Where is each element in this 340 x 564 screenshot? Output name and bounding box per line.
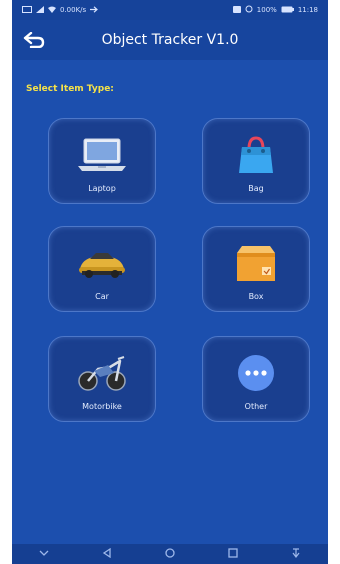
back-arrow-icon <box>23 32 45 48</box>
back-button[interactable] <box>12 20 56 60</box>
item-label: Motorbike <box>82 402 122 411</box>
box-icon <box>237 246 275 281</box>
item-label: Other <box>244 402 268 411</box>
message-icon <box>22 5 32 15</box>
network-speed: 0.00K/s <box>60 6 87 14</box>
item-label: Car <box>95 292 109 301</box>
item-label: Box <box>248 292 264 301</box>
chevron-down-icon[interactable] <box>39 549 49 560</box>
notification-pull-icon[interactable] <box>291 547 301 561</box>
bag-icon <box>239 136 273 173</box>
send-icon <box>90 5 99 15</box>
car-icon <box>79 253 125 278</box>
wifi-icon <box>48 6 56 15</box>
system-nav-bar <box>12 544 328 564</box>
battery-percent: 100% <box>256 6 277 14</box>
page-title: Object Tracker V1.0 <box>101 32 239 48</box>
motorbike-icon <box>78 356 126 391</box>
item-label: Laptop <box>88 184 116 193</box>
alarm-icon <box>245 5 253 15</box>
clock: 11:18 <box>297 6 318 14</box>
app-bar: Object Tracker V1.0 <box>12 20 328 60</box>
status-bar: 0.00K/s 100% 11:18 <box>12 0 328 20</box>
phone-screen: 0.00K/s 100% 11:18 Object Tracker V1.0 S… <box>12 0 328 564</box>
item-tile-motorbike[interactable]: Motorbike <box>48 336 156 422</box>
laptop-icon <box>78 138 126 171</box>
nfc-icon <box>232 5 241 15</box>
chat-bubble-icon <box>238 355 274 391</box>
item-tile-other[interactable]: Other <box>202 336 310 422</box>
recents-nav-button[interactable] <box>228 547 238 561</box>
item-tile-car[interactable]: Car <box>48 226 156 312</box>
item-tile-bag[interactable]: Bag <box>202 118 310 204</box>
battery-icon <box>281 6 294 15</box>
signal-icon <box>36 5 44 15</box>
home-nav-button[interactable] <box>165 547 175 561</box>
item-tile-laptop[interactable]: Laptop <box>48 118 156 204</box>
item-label: Bag <box>248 184 264 193</box>
back-nav-button[interactable] <box>102 547 112 561</box>
item-tile-box[interactable]: Box <box>202 226 310 312</box>
select-item-type-label: Select Item Type: <box>26 84 114 94</box>
